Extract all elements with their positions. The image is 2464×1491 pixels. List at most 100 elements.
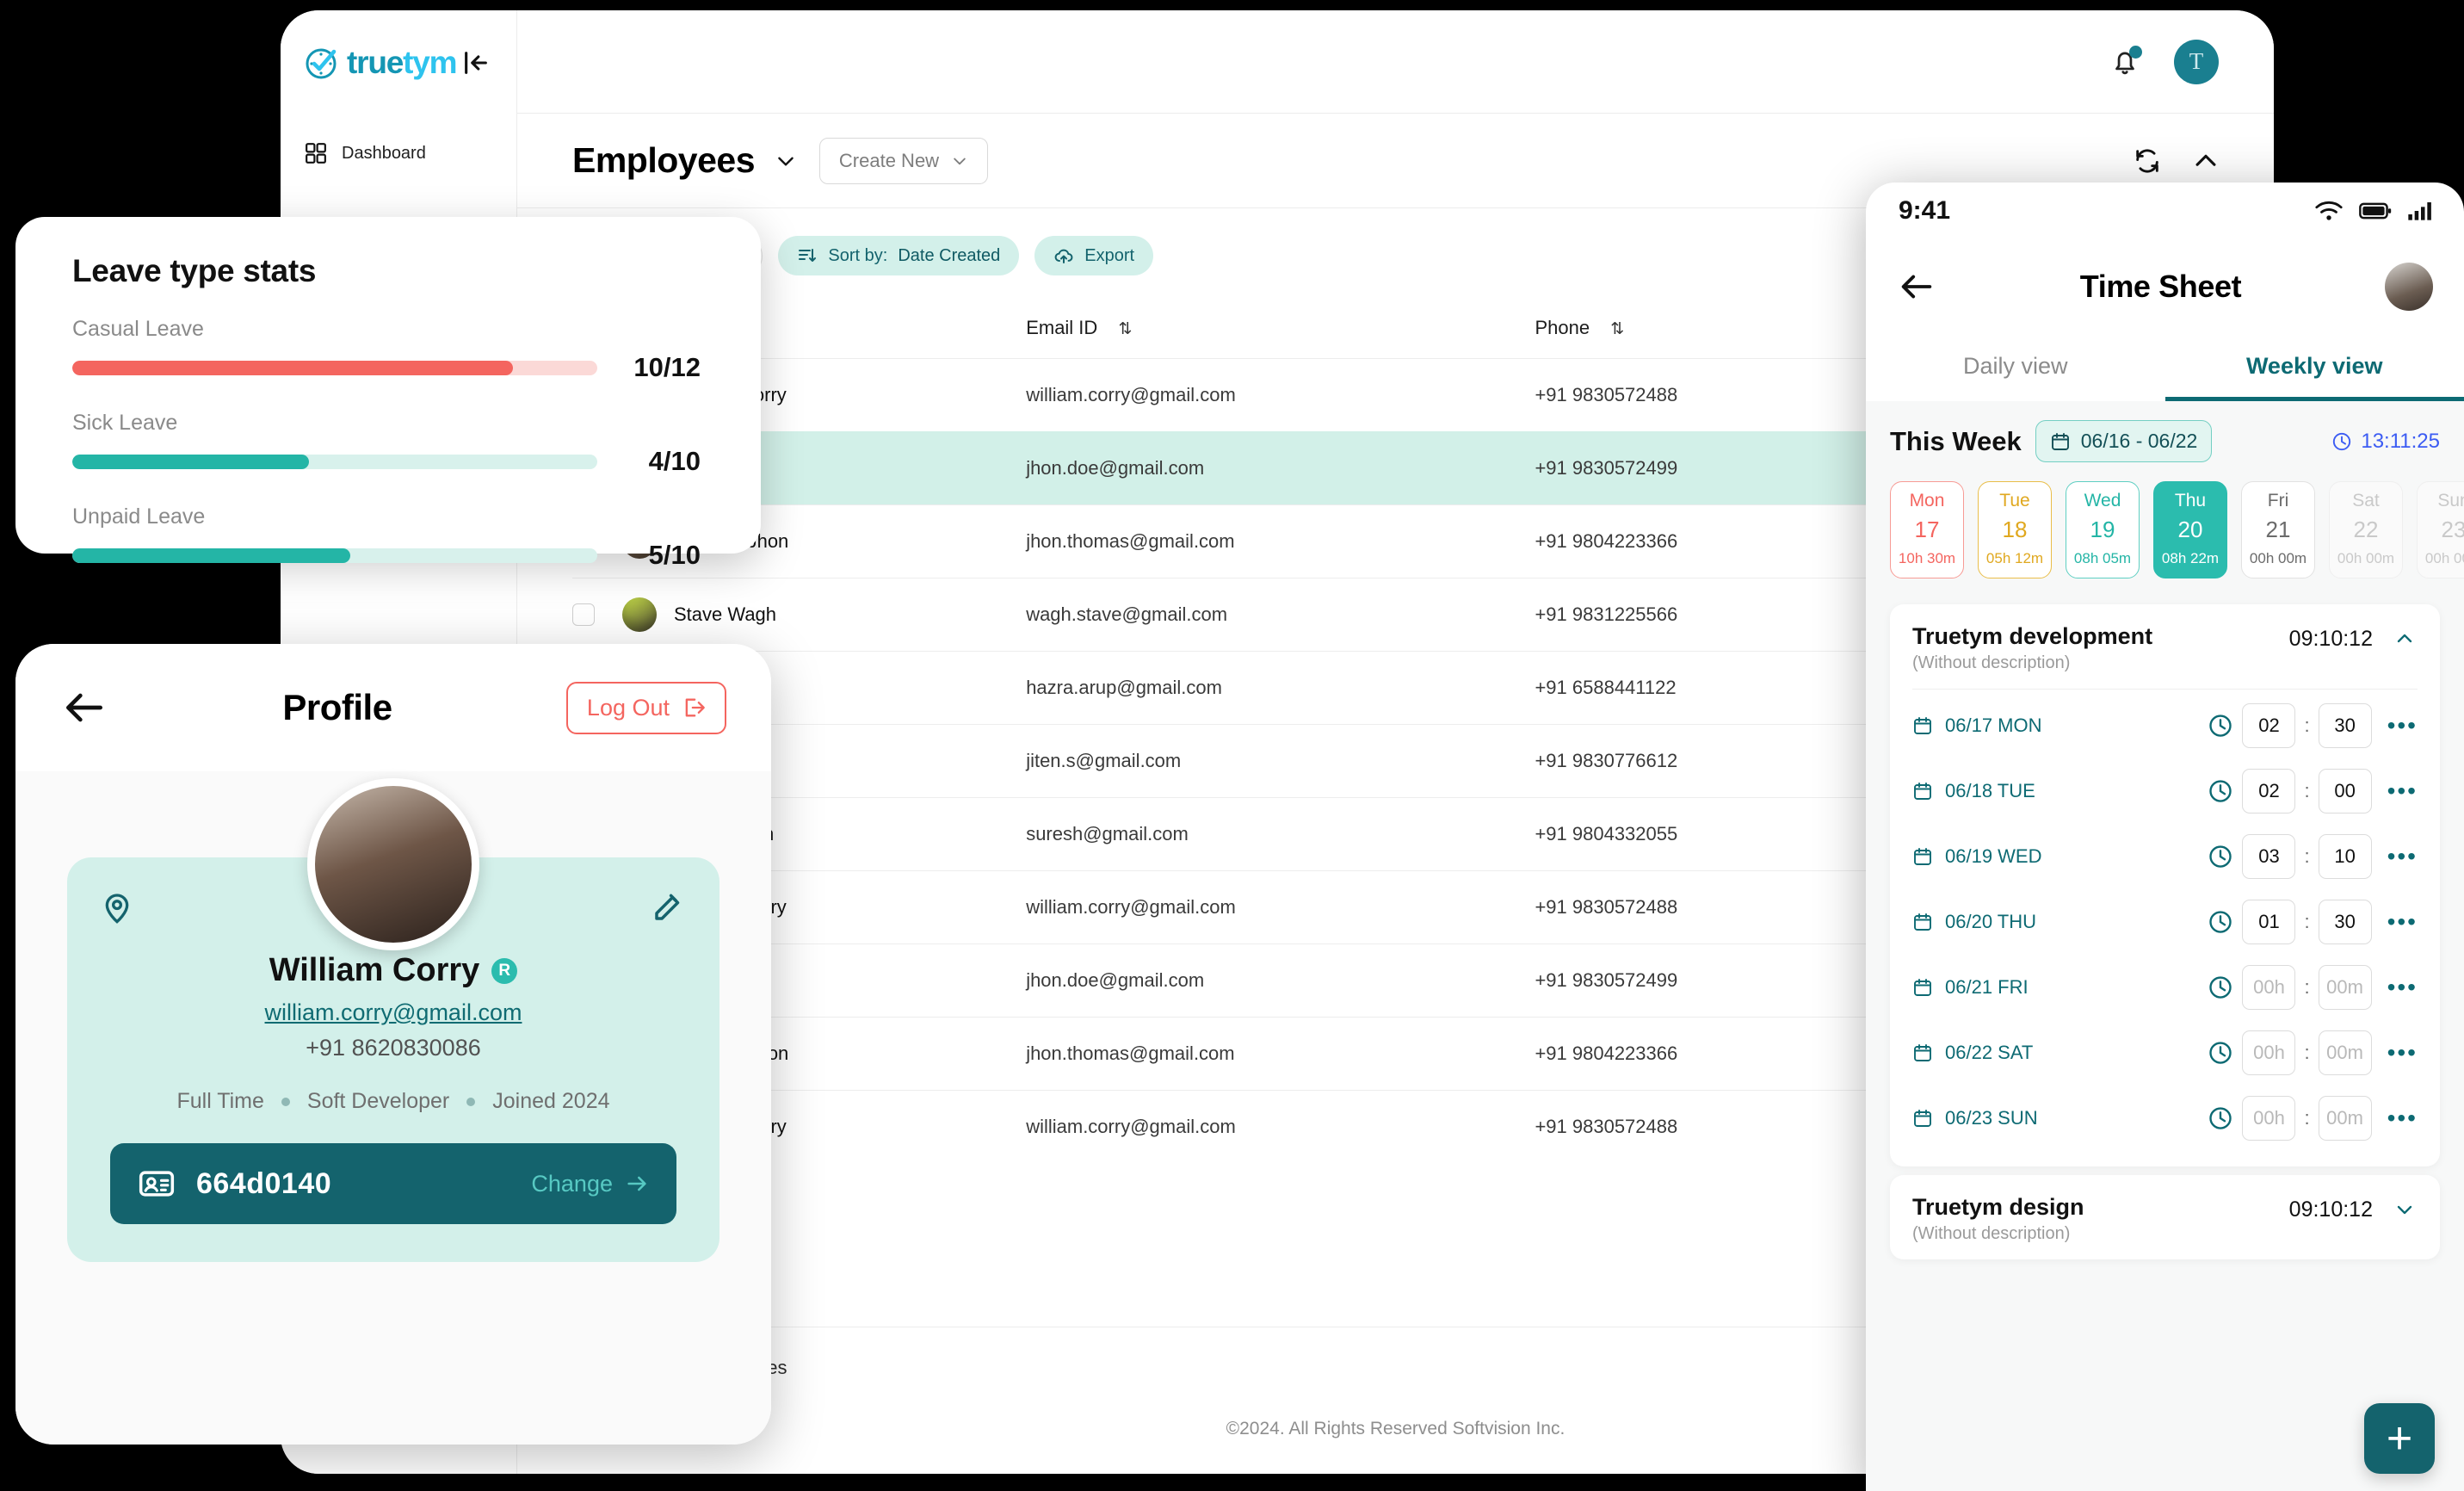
row-more-options-button[interactable]: •••	[2387, 974, 2418, 1001]
row-more-options-button[interactable]: •••	[2387, 777, 2418, 805]
cell-phone: +91 9830572499	[1535, 943, 1881, 1018]
day-chip[interactable]: Tue 18 05h 12m	[1978, 481, 2052, 578]
clock-icon	[2209, 911, 2232, 933]
leave-count: 4/10	[648, 446, 701, 476]
day-chip[interactable]: Fri 21 00h 00m	[2241, 481, 2315, 578]
hours-input[interactable]: 03	[2242, 834, 2296, 879]
hours-input[interactable]: 00h	[2242, 965, 2296, 1010]
clock-icon	[2209, 780, 2232, 802]
chevron-down-icon[interactable]	[2392, 1194, 2418, 1220]
day-number: 21	[2265, 517, 2291, 542]
entry-date: 06/19 WED	[1912, 845, 2042, 868]
profile-meta: Full Time Soft Developer Joined 2024	[110, 1089, 676, 1114]
project-card: Truetym design (Without description) 09:10…	[1890, 1175, 2440, 1259]
tab-daily-view[interactable]: Daily view	[1866, 334, 2165, 401]
add-entry-button[interactable]: +	[2364, 1403, 2435, 1474]
minutes-input[interactable]: 00m	[2318, 1096, 2372, 1141]
leave-type-label: Casual Leave	[72, 317, 204, 341]
row-more-options-button[interactable]: •••	[2387, 1104, 2418, 1132]
profile-meta-joined: Joined 2024	[492, 1089, 610, 1113]
profile-email[interactable]: william.corry@gmail.com	[110, 999, 676, 1026]
calendar-icon	[2051, 432, 2069, 450]
collapse-left-icon[interactable]	[461, 48, 491, 77]
cell-phone: +91 9830572488	[1535, 358, 1881, 432]
entry-date: 06/21 FRI	[1912, 976, 2029, 999]
hours-input[interactable]: 00h	[2242, 1096, 2296, 1141]
clock-icon	[2333, 432, 2351, 450]
sidebar-item-dashboard[interactable]: Dashboard	[281, 129, 516, 177]
minutes-input[interactable]: 00m	[2318, 965, 2372, 1010]
calendar-icon	[1914, 979, 1931, 996]
profile-body: William Corry R william.corry@gmail.com …	[15, 771, 771, 1445]
time-separator: :	[2304, 780, 2310, 801]
edit-pencil-icon[interactable]	[651, 888, 687, 925]
wifi-icon	[2315, 201, 2343, 220]
profile-avatar	[307, 778, 479, 950]
minutes-input[interactable]: 00	[2318, 769, 2372, 814]
row-select-cell[interactable]	[572, 578, 622, 652]
day-chip[interactable]: Wed 19 08h 05m	[2066, 481, 2140, 578]
day-hours: 08h 22m	[2161, 550, 2220, 566]
notifications-button[interactable]	[2109, 45, 2142, 78]
row-checkbox[interactable]	[572, 603, 595, 626]
minutes-input[interactable]: 30	[2318, 900, 2372, 944]
day-chip[interactable]: Sun 23 00h 00m	[2417, 481, 2464, 578]
column-header-phone[interactable]: Phone ⇅	[1535, 303, 1880, 359]
leave-count: 10/12	[633, 352, 701, 382]
chevron-up-icon[interactable]	[2392, 623, 2418, 649]
export-button[interactable]: Export	[1034, 236, 1154, 275]
avatar[interactable]: T	[2174, 39, 2219, 84]
hours-input[interactable]: 00h	[2242, 1030, 2296, 1075]
cell-phone: +91 6588441122	[1535, 651, 1881, 725]
project-card: Truetym development (Without description)…	[1890, 604, 2440, 1166]
sort-by-button[interactable]: Sort by: Date Created	[778, 236, 1020, 275]
tab-weekly-view[interactable]: Weekly view	[2164, 334, 2464, 401]
row-more-options-button[interactable]: •••	[2387, 843, 2418, 870]
avatar[interactable]	[2385, 263, 2433, 311]
employee-id-bar[interactable]: 664d0140 Change	[110, 1143, 676, 1224]
minutes-input[interactable]: 30	[2318, 703, 2372, 748]
location-pin-icon[interactable]	[100, 890, 134, 925]
sort-arrows-icon[interactable]: ⇅	[1610, 320, 1624, 338]
entry-date: 06/22 SAT	[1912, 1042, 2033, 1064]
app-logo[interactable]: truetym	[305, 45, 458, 81]
project-total-time: 09:10:12	[2288, 1197, 2373, 1222]
timesheet-entry-row: 06/21 FRI 00h:00m •••	[1912, 955, 2418, 1020]
chevron-up-icon[interactable]	[2191, 146, 2220, 176]
column-header-email[interactable]: Email ID ⇅	[1026, 303, 1535, 359]
row-more-options-button[interactable]: •••	[2387, 908, 2418, 936]
row-more-options-button[interactable]: •••	[2387, 712, 2418, 739]
grid-icon	[306, 143, 326, 164]
minutes-input[interactable]: 00m	[2318, 1030, 2372, 1075]
chevron-down-icon	[954, 158, 966, 164]
cell-phone: +91 9831225566	[1535, 578, 1881, 652]
entry-date-label: 06/19 WED	[1945, 845, 2042, 867]
change-id-button[interactable]: Change	[531, 1171, 649, 1197]
project-name: Truetym design	[1912, 1194, 2084, 1220]
refresh-icon[interactable]	[2133, 146, 2162, 176]
logo-text-tym: tym	[403, 45, 457, 80]
entry-date: 06/23 SUN	[1912, 1107, 2038, 1129]
sidebar-item-label: Dashboard	[342, 143, 426, 163]
minutes-input[interactable]: 10	[2318, 834, 2372, 879]
create-new-button[interactable]: Create New	[818, 137, 989, 184]
cell-phone: +91 9804223366	[1535, 504, 1881, 578]
day-hours: 00h 00m	[2249, 550, 2307, 566]
arrow-left-icon[interactable]	[1897, 267, 1936, 306]
employee-email: jhon.doe@gmail.com	[1026, 969, 1205, 991]
row-more-options-button[interactable]: •••	[2387, 1039, 2418, 1067]
day-chip[interactable]: Mon 17 10h 30m	[1890, 481, 1964, 578]
log-out-button[interactable]: Log Out	[565, 681, 726, 734]
employee-email: william.corry@gmail.com	[1026, 384, 1236, 405]
day-chip[interactable]: Sat 22 00h 00m	[2329, 481, 2403, 578]
hours-input[interactable]: 01	[2242, 900, 2296, 944]
date-range-picker[interactable]: 06/16 - 06/22	[2035, 420, 2213, 462]
sort-arrows-icon[interactable]: ⇅	[1118, 320, 1132, 338]
employee-email: william.corry@gmail.com	[1026, 896, 1236, 918]
arrow-left-icon[interactable]	[60, 684, 108, 732]
hours-input[interactable]: 02	[2242, 769, 2296, 814]
hours-input[interactable]: 02	[2242, 703, 2296, 748]
page-title[interactable]: Employees	[572, 140, 797, 181]
day-chip[interactable]: Thu 20 08h 22m	[2153, 481, 2227, 578]
cell-email: jhon.doe@gmail.com	[1026, 943, 1535, 1018]
